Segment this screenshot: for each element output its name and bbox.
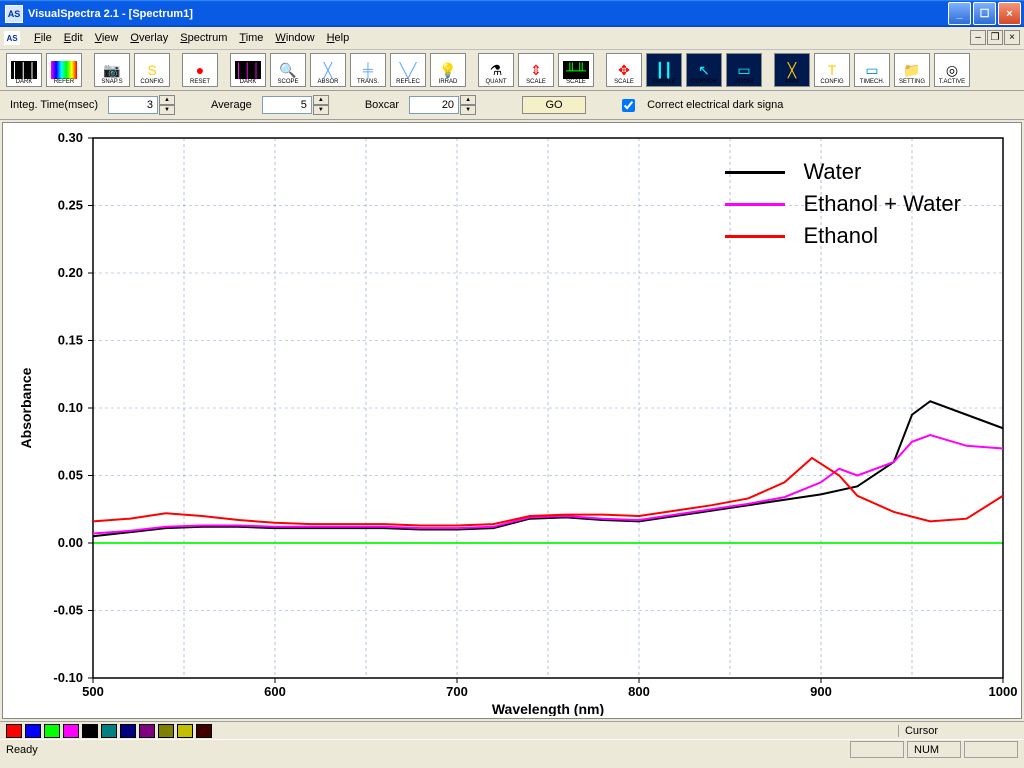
toolbar-reset-button[interactable]: ●RESET xyxy=(182,53,218,87)
svg-text:1000: 1000 xyxy=(989,684,1018,699)
color-swatch-10[interactable] xyxy=(196,724,212,738)
svg-text:0.10: 0.10 xyxy=(58,400,83,415)
toolbar: │││DARKREFER📷SNAP.SSCONFIG●RESET│││DARK🔍… xyxy=(0,50,1024,91)
toolbar-refer-button[interactable]: REFER xyxy=(46,53,82,87)
svg-text:-0.05: -0.05 xyxy=(53,603,83,618)
window-title: VisualSpectra 2.1 - [Spectrum1] xyxy=(28,8,948,20)
menu-bar: AS FileEditViewOverlaySpectrumTimeWindow… xyxy=(0,27,1024,50)
boxcar-input[interactable] xyxy=(409,96,459,114)
color-swatch-bar: Cursor xyxy=(0,721,1024,739)
title-bar: AS VisualSpectra 2.1 - [Spectrum1] _ ☐ × xyxy=(0,0,1024,27)
legend: Water Ethanol + Water Ethanol xyxy=(725,153,961,255)
svg-text:Wavelength (nm): Wavelength (nm) xyxy=(492,701,604,716)
app-icon: AS xyxy=(5,5,23,23)
toolbar-reflec-button[interactable]: ╲╱REFLEC xyxy=(390,53,426,87)
menu-help[interactable]: Help xyxy=(321,30,356,46)
color-swatch-4[interactable] xyxy=(82,724,98,738)
toolbar-absor-button[interactable]: ╳ABSOR xyxy=(310,53,346,87)
toolbar-setting-button[interactable]: 📁SETTING xyxy=(894,53,930,87)
toolbar-zoom-button[interactable]: ▭ZOOM xyxy=(726,53,762,87)
menu-logo: AS xyxy=(4,31,20,45)
integ-time-input[interactable] xyxy=(108,96,158,114)
legend-entry: Ethanol + Water xyxy=(725,191,961,217)
svg-text:0.30: 0.30 xyxy=(58,130,83,145)
toolbar-config2-button[interactable]: TCONFIG xyxy=(814,53,850,87)
avg-down[interactable]: ▼ xyxy=(313,105,329,115)
svg-text:700: 700 xyxy=(446,684,468,699)
color-swatch-6[interactable] xyxy=(120,724,136,738)
menu-edit[interactable]: Edit xyxy=(58,30,89,46)
color-swatch-0[interactable] xyxy=(6,724,22,738)
toolbar-config-button[interactable]: SCONFIG xyxy=(134,53,170,87)
toolbar-scale1-button[interactable]: ⇕SCALE xyxy=(518,53,554,87)
svg-text:-0.10: -0.10 xyxy=(53,670,83,685)
status-bar: Ready NUM xyxy=(0,739,1024,759)
color-swatch-5[interactable] xyxy=(101,724,117,738)
toolbar-scope-button[interactable]: 🔍SCOPE xyxy=(270,53,306,87)
svg-text:0.05: 0.05 xyxy=(58,468,83,483)
svg-text:0.25: 0.25 xyxy=(58,198,83,213)
toolbar-scale2-button[interactable]: ╨╨SCALE xyxy=(558,53,594,87)
toolbar-pan-button[interactable]: ╳PAN xyxy=(774,53,810,87)
menu-spectrum[interactable]: Spectrum xyxy=(174,30,233,46)
toolbar-scale3-button[interactable]: ✥SCALE xyxy=(606,53,642,87)
integ-up[interactable]: ▲ xyxy=(159,95,175,105)
status-cell-1 xyxy=(850,741,904,758)
parameter-bar: Integ. Time(msec) ▲▼ Average ▲▼ Boxcar ▲… xyxy=(0,91,1024,120)
integ-down[interactable]: ▼ xyxy=(159,105,175,115)
boxcar-down[interactable]: ▼ xyxy=(460,105,476,115)
toolbar-irrad-button[interactable]: 💡IRRAD xyxy=(430,53,466,87)
svg-text:0.00: 0.00 xyxy=(58,535,83,550)
toolbar-trans-button[interactable]: ╪TRANS. xyxy=(350,53,386,87)
toolbar-tactive-button[interactable]: ◎T.ACTIVE xyxy=(934,53,970,87)
svg-text:0.20: 0.20 xyxy=(58,265,83,280)
color-swatch-7[interactable] xyxy=(139,724,155,738)
menu-time[interactable]: Time xyxy=(233,30,269,46)
mdi-close-button[interactable]: × xyxy=(1004,30,1020,45)
color-swatch-8[interactable] xyxy=(158,724,174,738)
mdi-restore-button[interactable]: ❐ xyxy=(987,30,1003,45)
color-swatch-2[interactable] xyxy=(44,724,60,738)
svg-text:0.15: 0.15 xyxy=(58,333,83,348)
color-swatch-3[interactable] xyxy=(63,724,79,738)
cursor-panel-label: Cursor xyxy=(898,725,1018,737)
menu-overlay[interactable]: Overlay xyxy=(124,30,174,46)
maximize-button[interactable]: ☐ xyxy=(973,2,996,25)
svg-text:900: 900 xyxy=(810,684,832,699)
status-num: NUM xyxy=(907,741,961,758)
toolbar-enable-button[interactable]: ┃┃ENABLE xyxy=(646,53,682,87)
color-swatch-9[interactable] xyxy=(177,724,193,738)
avg-up[interactable]: ▲ xyxy=(313,95,329,105)
legend-entry: Ethanol xyxy=(725,223,961,249)
svg-text:Absorbance: Absorbance xyxy=(18,367,34,448)
svg-text:500: 500 xyxy=(82,684,104,699)
status-cell-3 xyxy=(964,741,1018,758)
toolbar-snaps-button[interactable]: 📷SNAP.S xyxy=(94,53,130,87)
toolbar-quant-button[interactable]: ⚗QUANT xyxy=(478,53,514,87)
menu-view[interactable]: View xyxy=(89,30,125,46)
toolbar-timech-button[interactable]: ▭TIMECH. xyxy=(854,53,890,87)
close-button[interactable]: × xyxy=(998,2,1021,25)
svg-text:600: 600 xyxy=(264,684,286,699)
go-button[interactable]: GO xyxy=(522,96,586,114)
toolbar-dark-button[interactable]: │││DARK xyxy=(6,53,42,87)
menu-window[interactable]: Window xyxy=(269,30,320,46)
integ-time-label: Integ. Time(msec) xyxy=(10,99,98,111)
boxcar-up[interactable]: ▲ xyxy=(460,95,476,105)
plot-area[interactable]: 500 600 700 800 900 1000 -0.10 -0.05 0.00 0.05 0.1… xyxy=(2,122,1022,719)
minimize-button[interactable]: _ xyxy=(948,2,971,25)
correct-dark-checkbox[interactable] xyxy=(622,99,635,112)
svg-text:800: 800 xyxy=(628,684,650,699)
average-input[interactable] xyxy=(262,96,312,114)
toolbar-ddark-button[interactable]: │││DARK xyxy=(230,53,266,87)
legend-entry: Water xyxy=(725,159,961,185)
mdi-minimize-button[interactable]: – xyxy=(970,30,986,45)
boxcar-label: Boxcar xyxy=(365,99,399,111)
color-swatch-1[interactable] xyxy=(25,724,41,738)
status-ready: Ready xyxy=(6,744,847,756)
menu-file[interactable]: File xyxy=(28,30,58,46)
average-label: Average xyxy=(211,99,252,111)
correct-dark-label: Correct electrical dark signa xyxy=(647,99,783,111)
toolbar-cursor-button[interactable]: ↖CURSOR xyxy=(686,53,722,87)
